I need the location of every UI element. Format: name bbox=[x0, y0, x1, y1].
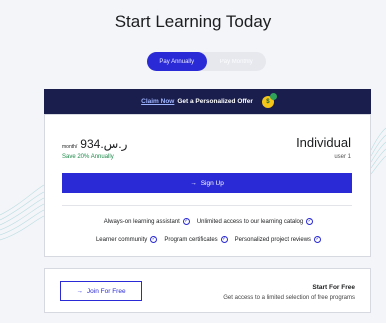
coin-icon: $ bbox=[261, 92, 277, 108]
join-for-free-label: Join For Free bbox=[86, 287, 126, 295]
sign-up-label: Sign Up bbox=[200, 179, 224, 187]
free-plan-description: Get access to a limited selection of fre… bbox=[223, 295, 355, 301]
plan-name: Individual bbox=[296, 135, 351, 150]
free-plan-card: → Join For Free Start For Free Get acces… bbox=[44, 268, 371, 313]
feature-label: Learner community bbox=[95, 236, 148, 243]
billing-toggle[interactable]: Pay Annually Pay Monthly bbox=[147, 52, 266, 71]
check-circle-icon: ✓ bbox=[306, 218, 314, 225]
feature-item: Unlimited access to our learning catalog… bbox=[196, 218, 314, 225]
individual-plan-card: month/ ر.س.934 Save 20% Annually Individ… bbox=[44, 114, 371, 257]
arrow-right-icon: → bbox=[76, 287, 83, 295]
join-for-free-button[interactable]: → Join For Free bbox=[60, 281, 142, 301]
free-plan-title: Start For Free bbox=[312, 284, 355, 291]
check-circle-icon: ✓ bbox=[150, 236, 158, 243]
feature-label: Always-on learning assistant bbox=[103, 218, 180, 225]
toggle-pay-annually[interactable]: Pay Annually bbox=[147, 52, 207, 71]
offer-banner: Claim Now Get a Personalized Offer $ bbox=[44, 89, 371, 114]
arrow-right-icon: → bbox=[190, 179, 197, 187]
feature-label: Personalized project reviews bbox=[234, 236, 312, 243]
feature-item: Always-on learning assistant ✓ bbox=[104, 218, 190, 225]
plan-users: user 1 bbox=[334, 154, 351, 160]
features-row-1: Always-on learning assistant ✓ Unlimited… bbox=[45, 218, 372, 225]
feature-label: Program certificates bbox=[164, 236, 218, 243]
offer-text: Get a Personalized Offer bbox=[177, 98, 253, 105]
feature-label: Unlimited access to our learning catalog bbox=[196, 218, 304, 225]
divider bbox=[62, 205, 352, 206]
price-period: month/ bbox=[62, 144, 78, 150]
claim-now-link[interactable]: Claim Now bbox=[141, 98, 174, 105]
feature-item: Program certificates ✓ bbox=[164, 236, 228, 243]
toggle-pay-monthly[interactable]: Pay Monthly bbox=[207, 52, 267, 71]
save-badge: Save 20% Annually bbox=[62, 154, 114, 160]
price-amount: ر.س.934 bbox=[80, 137, 128, 151]
check-circle-icon: ✓ bbox=[182, 218, 190, 225]
page-title: Start Learning Today bbox=[114, 12, 272, 31]
feature-item: Learner community ✓ bbox=[95, 236, 158, 243]
price: month/ ر.س.934 bbox=[62, 137, 127, 151]
sign-up-button[interactable]: → Sign Up bbox=[62, 173, 352, 193]
check-circle-icon: ✓ bbox=[220, 236, 228, 243]
features-row-2: Learner community ✓ Program certificates… bbox=[45, 236, 372, 243]
check-circle-icon: ✓ bbox=[314, 236, 322, 243]
feature-item: Personalized project reviews ✓ bbox=[234, 236, 322, 243]
